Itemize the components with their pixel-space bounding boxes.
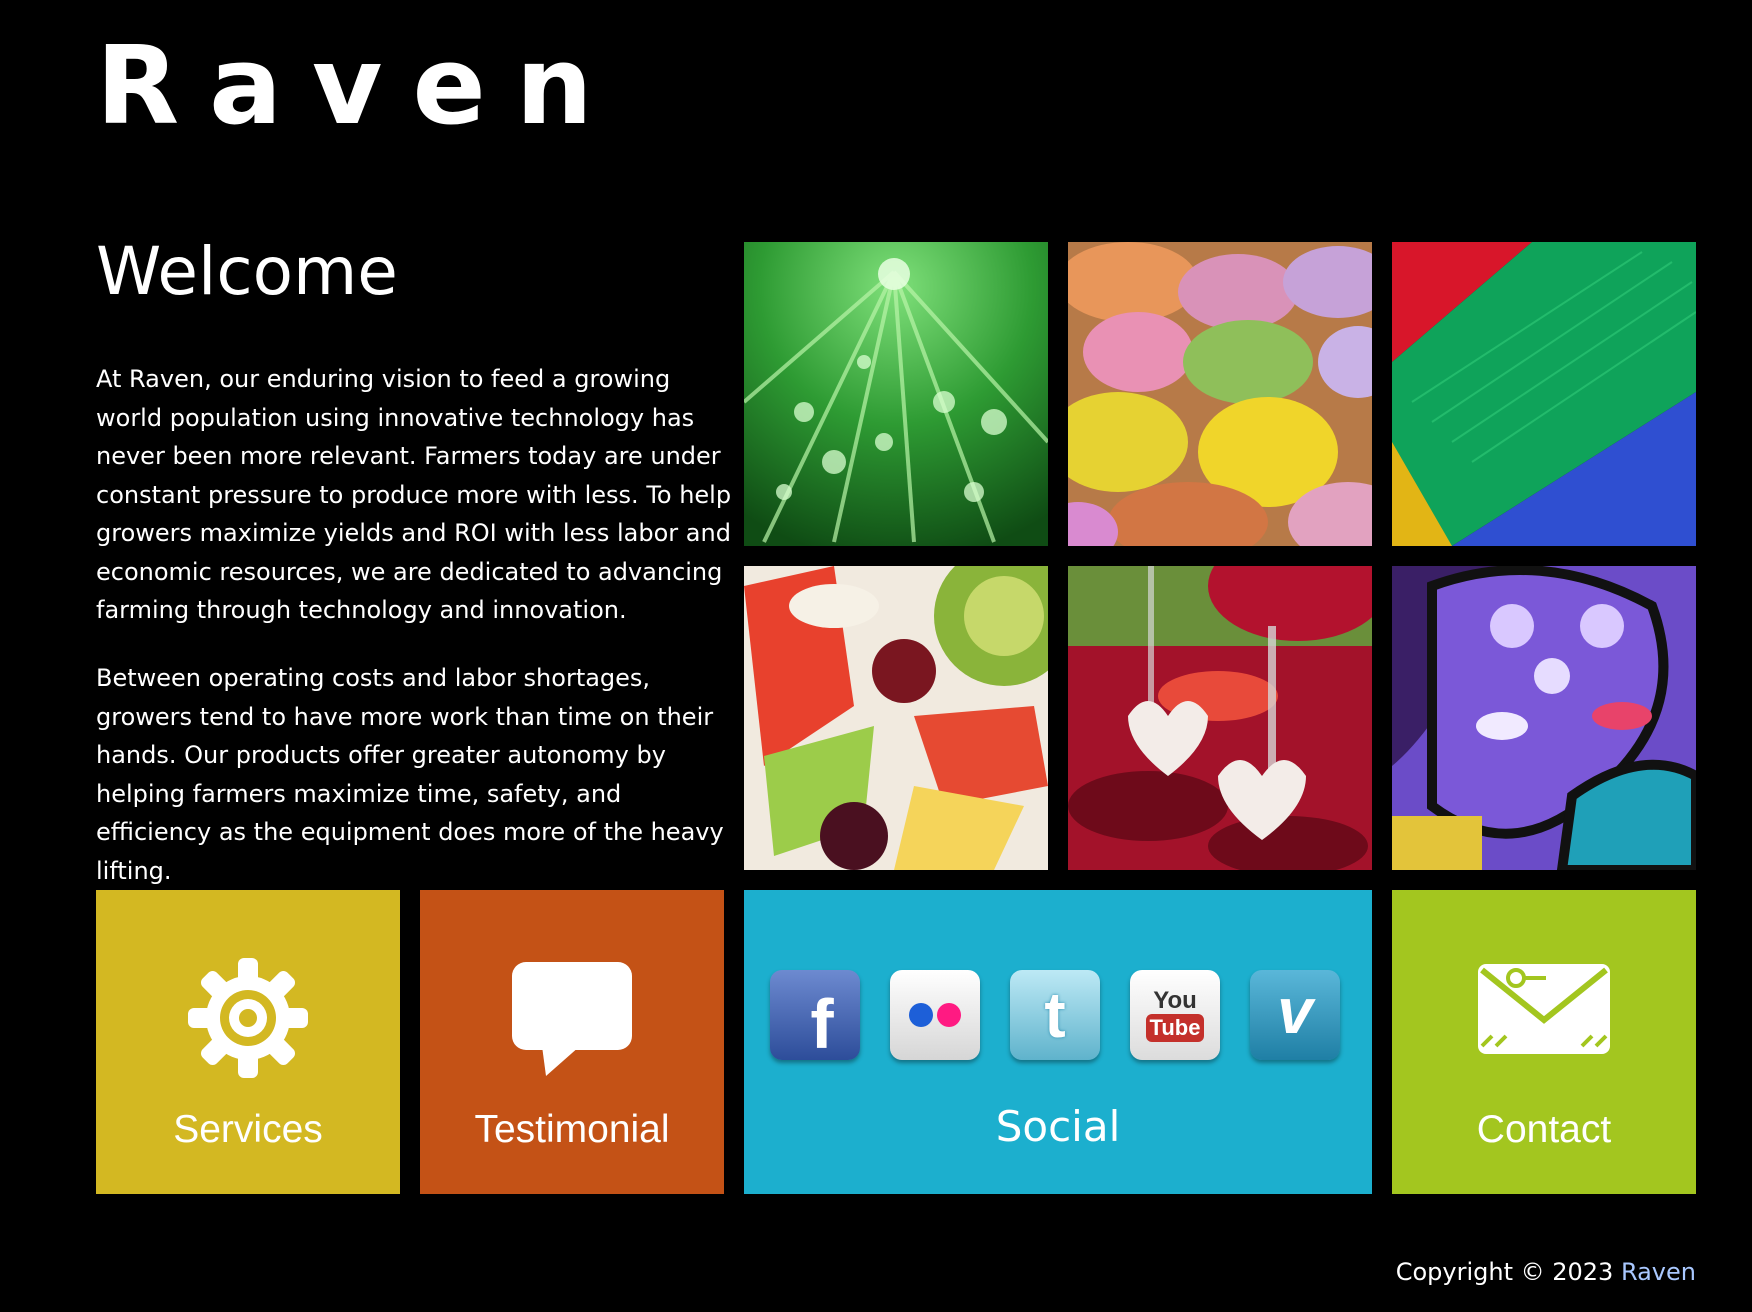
footer-brand-link[interactable]: Raven [1621,1258,1696,1286]
gallery-image-fruit[interactable] [744,566,1048,870]
gallery-image-threads[interactable] [1392,242,1696,546]
services-label: Services [173,1108,323,1151]
youtube-icon[interactable]: You Tube [1130,970,1220,1060]
copyright-text: Copyright © 2023 [1395,1258,1614,1286]
flickr-icon[interactable] [890,970,980,1060]
welcome-paragraph-1: At Raven, our enduring vision to feed a … [96,365,732,624]
site-logo[interactable]: Raven [96,22,623,152]
footer-copyright: Copyright © 2023 Raven [1396,1258,1696,1286]
gallery-image-leaf[interactable] [744,242,1048,546]
facebook-icon[interactable]: f [770,970,860,1063]
vimeo-icon[interactable]: v [1250,970,1340,1060]
testimonial-tile[interactable]: Testimonial [420,890,724,1194]
contact-tile[interactable]: Contact [1392,890,1696,1194]
envelope-icon [1392,962,1696,1058]
gallery-image-graffiti[interactable] [1392,566,1696,870]
social-tile[interactable]: f t You Tube v Social [744,890,1372,1194]
gallery-image-wine-hearts[interactable] [1068,566,1372,870]
speech-bubble-icon [420,960,724,1080]
gear-icon [96,956,400,1080]
services-tile[interactable]: Services [96,890,400,1194]
social-icons-row: f t You Tube v [770,970,1340,1063]
social-label: Social [995,1102,1121,1151]
welcome-heading: Welcome [96,233,398,310]
testimonial-label: Testimonial [474,1108,670,1151]
gallery-image-almonds[interactable] [1068,242,1372,546]
contact-label: Contact [1476,1108,1612,1151]
twitter-icon[interactable]: t [1010,970,1100,1060]
welcome-paragraph-2: Between operating costs and labor shorta… [96,664,724,885]
